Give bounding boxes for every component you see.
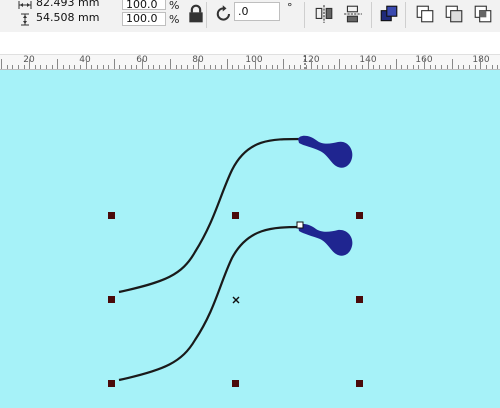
selection-handle bbox=[356, 212, 363, 219]
degree-symbol: ° bbox=[287, 1, 293, 14]
lock-ratio-icon[interactable] bbox=[186, 4, 206, 24]
mirror-horizontal-icon[interactable] bbox=[314, 4, 334, 24]
weld-icon[interactable] bbox=[415, 4, 435, 24]
upper-blob-shape bbox=[298, 135, 353, 168]
lower-blob-shape bbox=[298, 223, 353, 256]
node-marker bbox=[296, 221, 304, 229]
property-bar: 82.493 mm 54.508 mm 100.0 % 100.0 % .0 ° bbox=[0, 0, 500, 33]
selection-center-icon bbox=[232, 296, 240, 304]
selection-handle bbox=[356, 296, 363, 303]
toolbar-separator bbox=[405, 2, 406, 28]
scale-y-field[interactable]: 100.0 bbox=[122, 12, 166, 26]
object-height-field[interactable]: 54.508 mm bbox=[33, 12, 119, 26]
mirror-vertical-icon[interactable] bbox=[343, 4, 363, 24]
drawing-canvas[interactable] bbox=[0, 70, 500, 408]
scale-y-percent: % bbox=[169, 13, 180, 26]
document-tab-strip bbox=[0, 32, 500, 55]
toolbar-separator bbox=[206, 2, 207, 28]
selection-handle bbox=[232, 212, 239, 219]
selection-handle bbox=[108, 212, 115, 219]
toolbar-separator bbox=[304, 2, 305, 28]
selection-handle bbox=[108, 380, 115, 387]
height-icon bbox=[21, 13, 29, 26]
object-width-field[interactable]: 82.493 mm bbox=[33, 0, 119, 10]
rotation-angle-field[interactable]: .0 bbox=[234, 2, 280, 21]
selection-handle bbox=[108, 296, 115, 303]
intersect-icon[interactable] bbox=[473, 4, 493, 24]
selection-handle bbox=[356, 380, 363, 387]
canvas-artwork bbox=[108, 135, 363, 387]
scale-x-percent: % bbox=[169, 0, 180, 12]
combine-icon[interactable] bbox=[379, 4, 399, 24]
lower-curve bbox=[118, 225, 303, 382]
horizontal-ruler[interactable]: 20 40 60 80 100 120 140 160 180 bbox=[0, 55, 500, 70]
trim-icon[interactable] bbox=[444, 4, 464, 24]
selection-handle bbox=[232, 380, 239, 387]
width-icon bbox=[18, 1, 32, 9]
ruler-ticks bbox=[1, 55, 498, 69]
upper-curve bbox=[118, 137, 306, 294]
toolbar-separator bbox=[371, 2, 372, 28]
rotate-icon bbox=[216, 5, 230, 21]
scale-x-field[interactable]: 100.0 bbox=[122, 0, 166, 11]
